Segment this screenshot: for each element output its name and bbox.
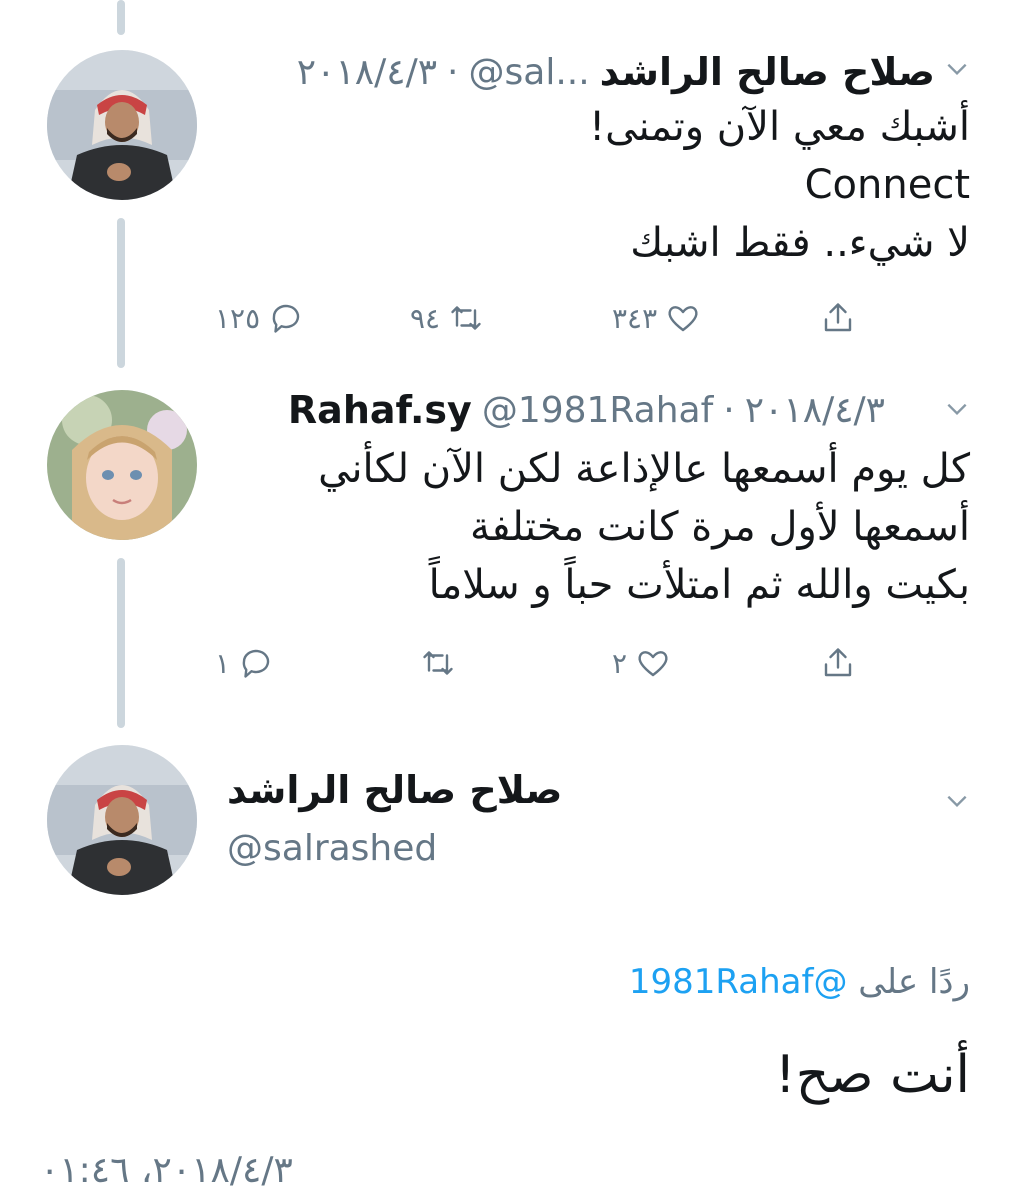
thread-line-top (117, 0, 125, 35)
reply-count: ١ (215, 646, 231, 680)
retweet-button[interactable] (420, 645, 456, 681)
reply-count: ١٢٥ (215, 301, 261, 335)
display-name[interactable]: Rahaf.sy (288, 388, 472, 432)
retweet-button[interactable]: ٩٤ (410, 300, 484, 336)
tweet-line: بكيت والله ثم امتلأت حباً و سلاماً (428, 562, 970, 608)
like-button[interactable]: ٢ (612, 645, 671, 681)
heart-icon (638, 651, 668, 677)
tweet-text: أشبك معي الآن وتمنى! Connect لا شيء.. فق… (589, 98, 970, 272)
tweet-line: لا شيء.. فقط اشبك (630, 220, 970, 266)
avatar[interactable] (47, 50, 197, 200)
handle[interactable]: @sal... (469, 52, 590, 93)
display-name[interactable]: صلاح صالح الراشد (227, 768, 562, 812)
tweet-date[interactable]: ٢٠١٨/٤/٣ (745, 390, 885, 431)
retweet-icon (451, 306, 481, 330)
like-button[interactable]: ٣٤٣ (612, 300, 701, 336)
reply-button[interactable]: ١٢٥ (215, 300, 304, 336)
separator-dot: · (447, 51, 459, 93)
share-icon (824, 648, 852, 677)
avatar[interactable] (47, 745, 197, 895)
reply-mention-link[interactable]: @1981Rahaf (629, 962, 848, 1002)
tweet-line: أسمعها لأول مرة كانت مختلفة (469, 504, 970, 550)
reply-icon (242, 649, 270, 678)
like-count: ٢ (612, 646, 628, 680)
tweet-actions: ١ ٢ (0, 645, 1015, 695)
reply-context: ردًا على @1981Rahaf (629, 962, 970, 1002)
reply-icon (272, 304, 300, 333)
tweet-header: صلاح صالح الراشد @sal... · ٢٠١٨/٤/٣ (297, 44, 935, 100)
tweet-header: ٢٠١٨/٤/٣ · @1981Rahaf Rahaf.sy (288, 382, 885, 438)
focused-tweet-text: أنت صح! (774, 1045, 970, 1105)
share-button[interactable] (820, 645, 856, 681)
tweet-line: أشبك معي الآن وتمنى! (589, 104, 970, 150)
chevron-down-icon[interactable] (944, 396, 970, 422)
reply-button[interactable]: ١ (215, 645, 274, 681)
retweet-icon (423, 651, 453, 675)
retweet-count: ٩٤ (410, 301, 441, 335)
tweet-text: كل يوم أسمعها عالإذاعة لكن الآن لكأني أس… (318, 440, 970, 614)
tweet-timestamp[interactable]: ٢٠١٨/٤/٣، ٠١:٤٦ (40, 1150, 293, 1191)
thread-line-2 (117, 558, 125, 728)
heart-icon (668, 306, 698, 332)
handle[interactable]: @salrashed (227, 828, 437, 869)
chevron-down-icon[interactable] (944, 56, 970, 82)
chevron-down-icon[interactable] (944, 788, 970, 814)
reply-label: ردًا على (858, 962, 970, 1002)
share-icon (824, 303, 852, 332)
display-name[interactable]: صلاح صالح الراشد (600, 50, 935, 94)
tweet-actions: ١٢٥ ٩٤ ٣٤٣ (0, 300, 1015, 350)
like-count: ٣٤٣ (612, 301, 658, 335)
separator-dot: · (723, 389, 735, 431)
share-button[interactable] (820, 300, 856, 336)
handle[interactable]: @1981Rahaf (482, 390, 713, 431)
tweet-line: كل يوم أسمعها عالإذاعة لكن الآن لكأني (318, 446, 970, 492)
avatar[interactable] (47, 390, 197, 540)
tweet-date[interactable]: ٢٠١٨/٤/٣ (297, 52, 437, 93)
tweet-line: Connect (804, 162, 970, 208)
